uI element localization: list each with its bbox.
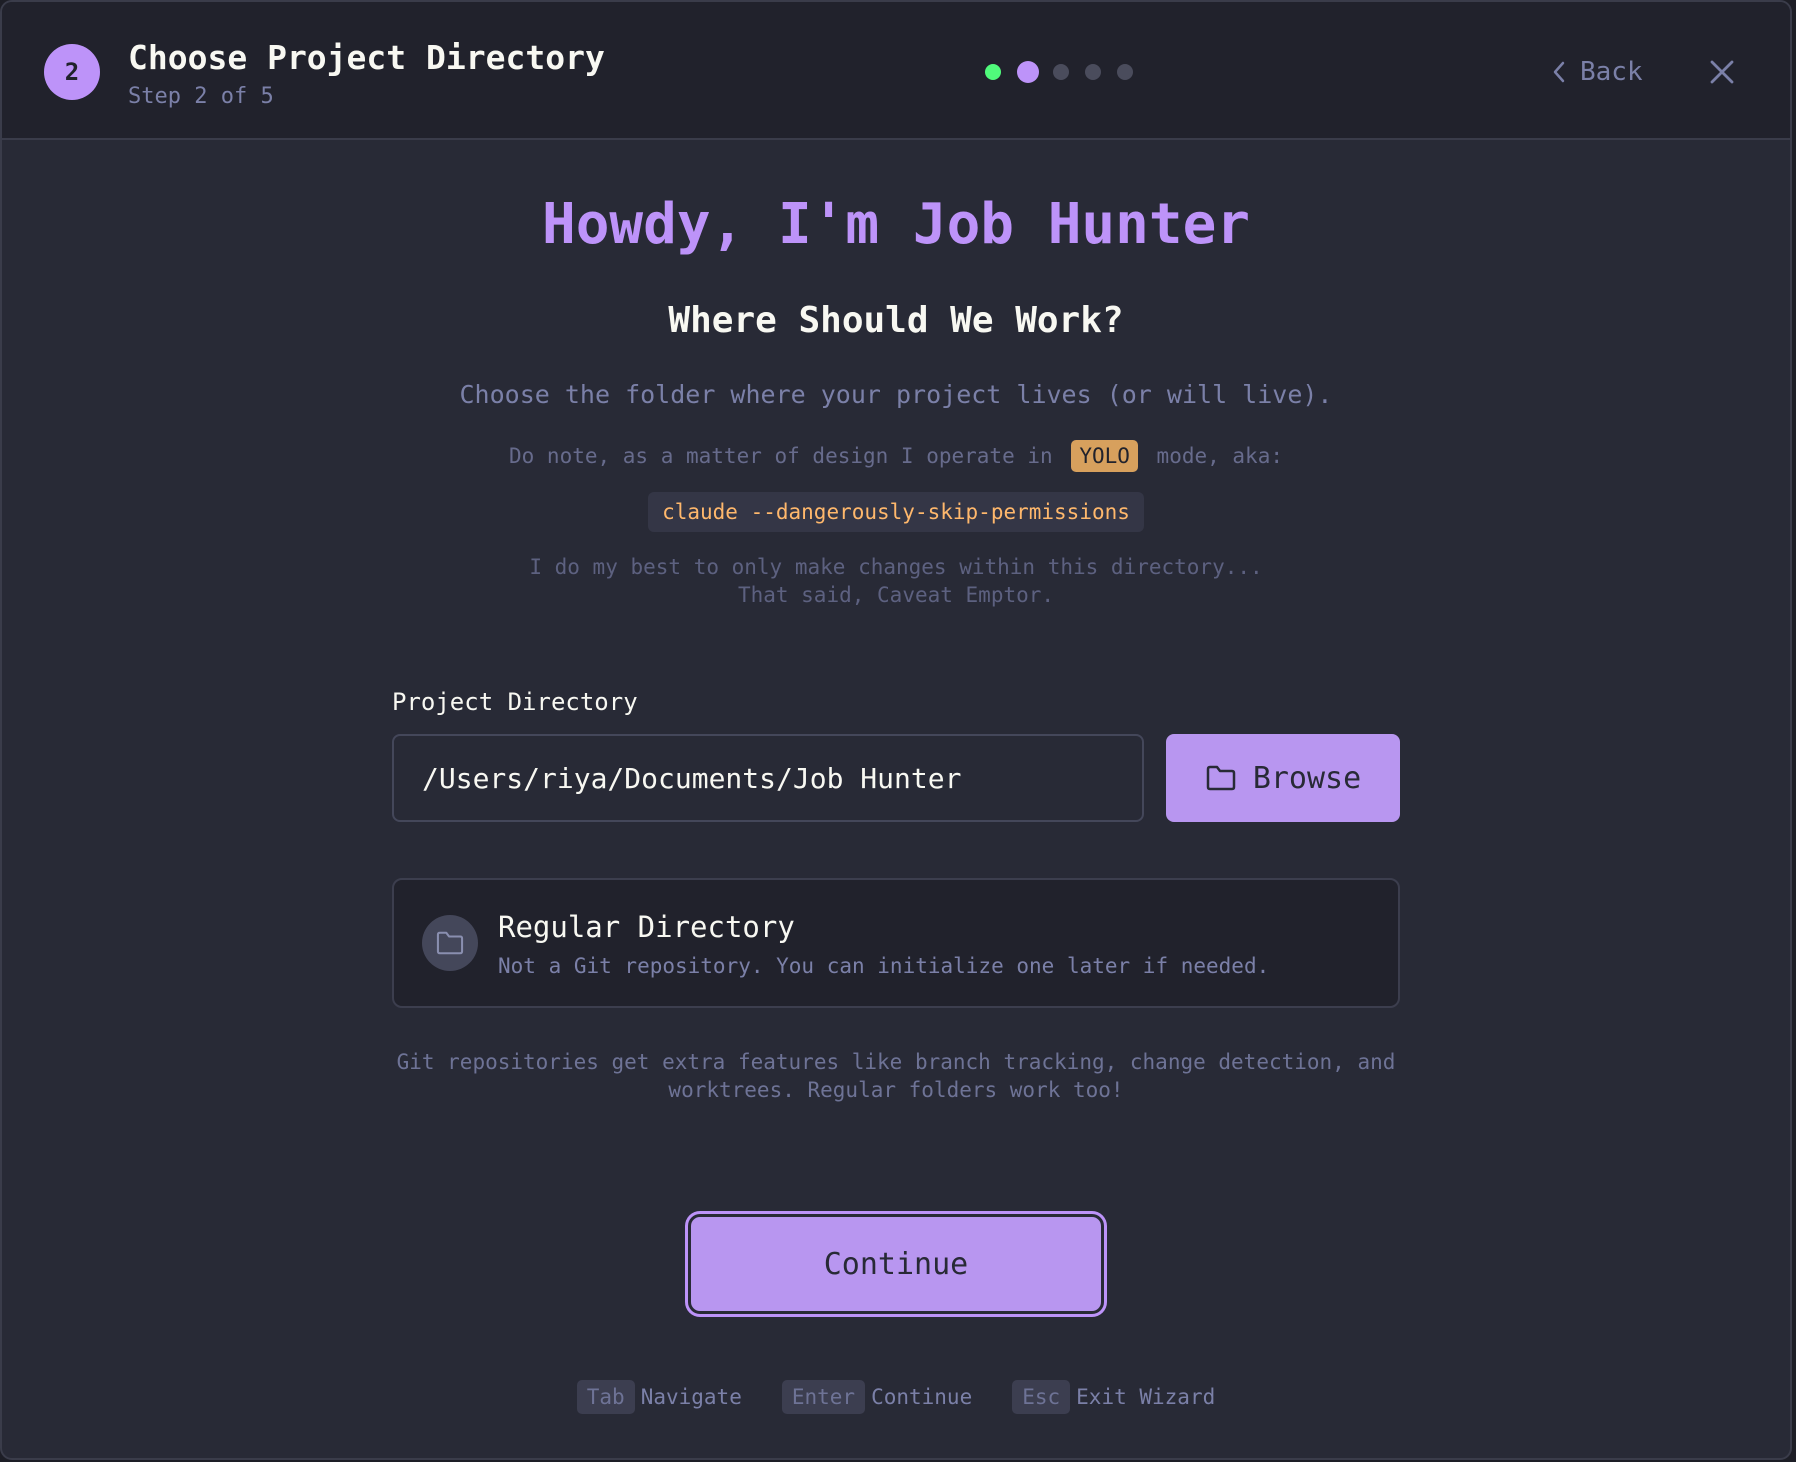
continue-button[interactable]: Continue [688, 1214, 1104, 1314]
command-block: claude --dangerously-skip-permissions [2, 492, 1790, 532]
browse-button-label: Browse [1252, 760, 1362, 796]
step-indicator-text: Step 2 of 5 [128, 84, 274, 109]
section-heading: Where Should We Work? [668, 300, 1124, 341]
progress-dots [985, 60, 1149, 84]
chevron-left-icon [1553, 61, 1565, 83]
project-directory-label: Project Directory [392, 688, 638, 716]
shortcut-action: Navigate [640, 1385, 742, 1409]
yolo-note-after: mode, aka: [1156, 444, 1283, 468]
page-title: Choose Project Directory [128, 38, 605, 77]
folder-icon [422, 915, 478, 971]
wizard-window: 2 Choose Project Directory Step 2 of 5 B… [0, 0, 1792, 1460]
keyboard-shortcuts: Tab Navigate Enter Continue Esc Exit Wiz… [2, 1380, 1790, 1414]
directory-status-card: Regular Directory Not a Git repository. … [392, 878, 1400, 1008]
caveat-line-2: That said, Caveat Emptor. [737, 583, 1055, 607]
directory-status-description: Not a Git repository. You can initialize… [498, 954, 1270, 978]
progress-dot-5 [1117, 64, 1133, 80]
hero-title: Howdy, I'm Job Hunter [541, 192, 1250, 257]
command-code: claude --dangerously-skip-permissions [648, 492, 1144, 532]
git-note-line-2: worktrees. Regular folders work too! [668, 1078, 1124, 1102]
yolo-note-before: Do note, as a matter of design I operate… [509, 444, 1053, 468]
project-directory-input[interactable] [392, 734, 1144, 822]
yolo-badge: YOLO [1071, 440, 1138, 472]
shortcut-action: Exit Wizard [1076, 1385, 1216, 1409]
progress-dot-2 [1017, 61, 1039, 83]
progress-dot-1 [985, 64, 1001, 80]
shortcut-key: Tab [576, 1380, 635, 1414]
git-note-line-1: Git repositories get extra features like… [396, 1050, 1396, 1074]
shortcut-enter: Enter Continue [781, 1380, 973, 1414]
progress-dot-3 [1053, 64, 1069, 80]
yolo-note: Do note, as a matter of design I operate… [2, 440, 1790, 472]
back-button-label: Back [1580, 57, 1643, 87]
back-button[interactable]: Back [1552, 52, 1643, 92]
section-description: Choose the folder where your project liv… [459, 380, 1333, 409]
shortcut-esc: Esc Exit Wizard [1012, 1380, 1215, 1414]
close-icon [1710, 60, 1734, 84]
shortcut-key: Esc [1012, 1380, 1071, 1414]
caveat-note: I do my best to only make changes within… [2, 553, 1790, 609]
directory-status-title: Regular Directory [498, 910, 795, 944]
wizard-header: 2 Choose Project Directory Step 2 of 5 B… [2, 2, 1790, 140]
folder-icon [1206, 765, 1236, 791]
close-button[interactable] [1702, 52, 1742, 92]
caveat-line-1: I do my best to only make changes within… [529, 555, 1263, 579]
git-info-note: Git repositories get extra features like… [2, 1048, 1790, 1104]
progress-dot-4 [1085, 64, 1101, 80]
shortcut-tab: Tab Navigate [576, 1380, 742, 1414]
shortcut-key: Enter [781, 1380, 866, 1414]
shortcut-action: Continue [871, 1385, 973, 1409]
step-number-badge: 2 [44, 44, 100, 100]
browse-button[interactable]: Browse [1166, 734, 1400, 822]
